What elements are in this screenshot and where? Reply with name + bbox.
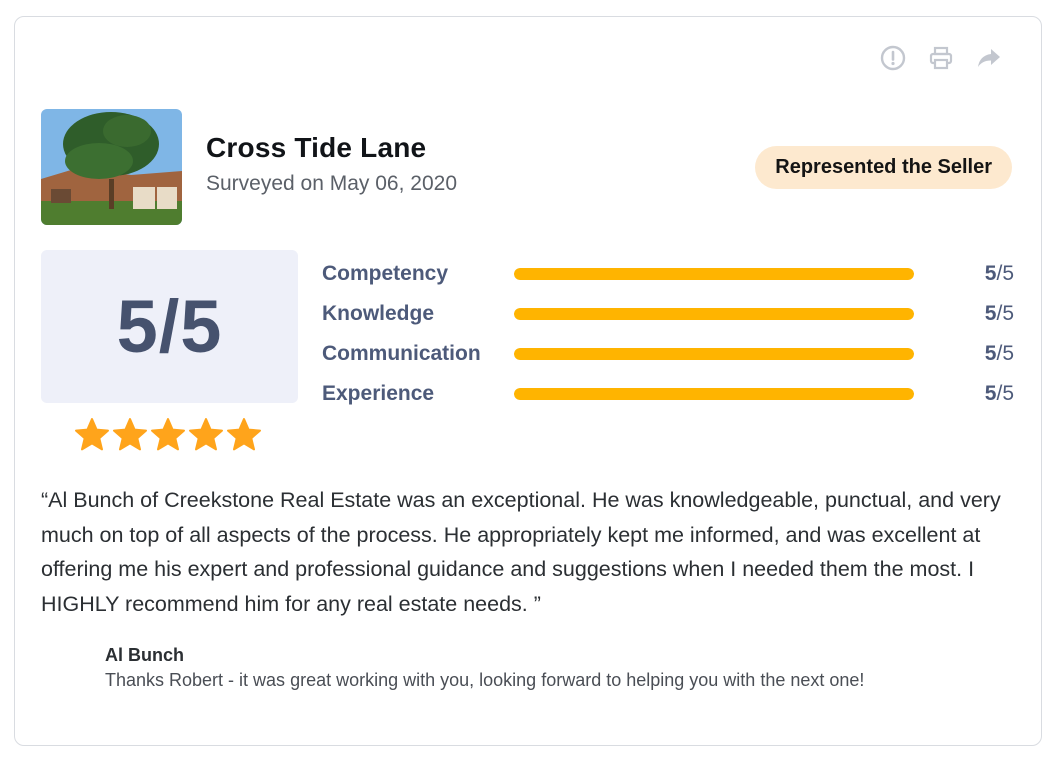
overall-score: 5/5 xyxy=(116,285,223,368)
metric-bar-fill xyxy=(514,348,914,360)
star-rating xyxy=(74,417,262,453)
representation-badge: Represented the Seller xyxy=(755,146,1012,189)
printer-icon xyxy=(929,46,953,70)
metric-row: Experience 5/5 xyxy=(322,374,1022,414)
review-toolbar xyxy=(879,44,1003,72)
property-photo xyxy=(41,109,182,225)
metric-label: Experience xyxy=(322,382,435,405)
metric-label: Communication xyxy=(322,342,481,365)
metric-bar xyxy=(514,268,914,280)
star-icon xyxy=(150,417,186,453)
listing-title: Cross Tide Lane xyxy=(206,132,427,163)
rating-metrics: Competency 5/5 Knowledge 5/5 Communication 5/… xyxy=(322,254,1022,414)
metric-row: Competency 5/5 xyxy=(322,254,1022,294)
metric-score: 5/5 xyxy=(984,302,1014,325)
metric-bar-fill xyxy=(514,308,914,320)
metric-score: 5/5 xyxy=(984,262,1014,285)
print-button[interactable] xyxy=(927,44,955,72)
exclamation-circle-icon xyxy=(880,45,906,71)
review-text: “Al Bunch of Creekstone Real Estate was … xyxy=(41,488,1001,616)
metric-bar-fill xyxy=(514,268,914,280)
star-icon xyxy=(112,417,148,453)
star-icon xyxy=(74,417,110,453)
metric-score: 5/5 xyxy=(984,382,1014,405)
star-icon xyxy=(188,417,224,453)
metric-label: Knowledge xyxy=(322,302,435,325)
metric-bar xyxy=(514,308,914,320)
metric-row: Communication 5/5 xyxy=(322,334,1022,374)
metric-bar-fill xyxy=(514,388,914,400)
share-arrow-icon xyxy=(978,49,1000,67)
reply-author: Al Bunch xyxy=(105,645,184,665)
star-icon xyxy=(226,417,262,453)
metric-bar xyxy=(514,348,914,360)
overall-score-box: 5/5 xyxy=(41,250,298,403)
agent-reply: Al Bunch Thanks Robert - it was great wo… xyxy=(105,645,955,693)
reply-text: Thanks Robert - it was great working wit… xyxy=(105,670,865,690)
metric-score: 5/5 xyxy=(984,342,1014,365)
metric-row: Knowledge 5/5 xyxy=(322,294,1022,334)
share-button[interactable] xyxy=(975,44,1003,72)
review-card: Cross Tide Lane Surveyed on May 06, 2020… xyxy=(14,16,1042,746)
survey-date: Surveyed on May 06, 2020 xyxy=(206,172,457,195)
metric-label: Competency xyxy=(322,262,449,285)
report-button[interactable] xyxy=(879,44,907,72)
metric-bar xyxy=(514,388,914,400)
